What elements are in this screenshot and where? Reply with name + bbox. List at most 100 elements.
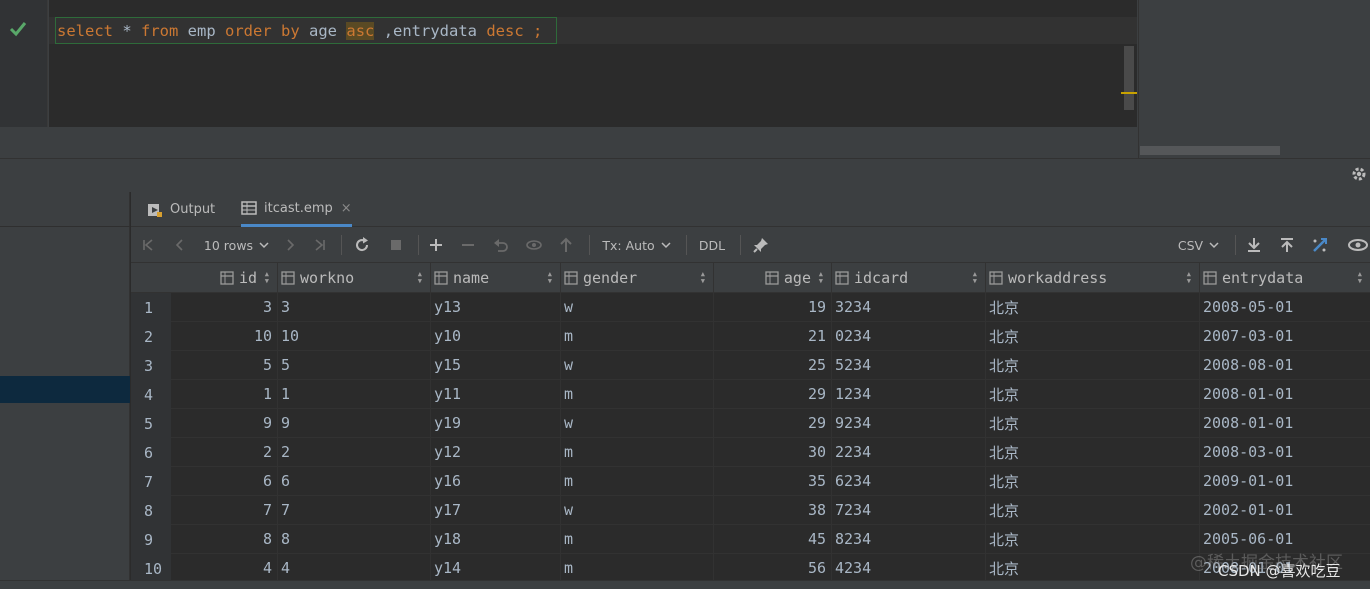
cell-workaddress[interactable]: 北京 [985, 525, 1199, 553]
cell-idcard[interactable]: 7234 [831, 496, 985, 524]
cell-workno[interactable]: 7 [277, 496, 430, 524]
download-button[interactable] [1243, 227, 1265, 263]
cell-idcard[interactable]: 4234 [831, 554, 985, 582]
cell-gender[interactable]: m [560, 525, 713, 553]
cell-entrydata[interactable]: 2008-08-01 [1199, 351, 1370, 379]
column-header-entrydata[interactable]: entrydata ▲ ▼ [1199, 263, 1370, 293]
last-page-button[interactable] [309, 227, 331, 263]
cell-entrydata[interactable]: 2008-05-01 [1199, 293, 1370, 321]
cell-gender[interactable]: w [560, 496, 713, 524]
column-separator[interactable] [713, 263, 714, 589]
gear-icon[interactable] [1350, 165, 1368, 183]
cell-idcard[interactable]: 5234 [831, 351, 985, 379]
cell-idcard[interactable]: 0234 [831, 322, 985, 350]
sort-icon[interactable]: ▲ ▼ [548, 271, 552, 285]
cell-name[interactable]: y15 [430, 351, 560, 379]
row-number[interactable]: 5 [131, 409, 171, 438]
row-number[interactable]: 10 [131, 554, 171, 583]
next-page-button[interactable] [279, 227, 301, 263]
sort-icon[interactable]: ▲ ▼ [701, 271, 705, 285]
compare-button[interactable] [1309, 227, 1331, 263]
tab-itcast-emp[interactable]: itcast.emp × [241, 192, 352, 227]
cell-id[interactable]: 8 [171, 525, 277, 553]
cell-id[interactable]: 2 [171, 438, 277, 466]
column-header-age[interactable]: age ▲ ▼ [713, 263, 831, 293]
transaction-mode-dropdown[interactable]: Tx: Auto [599, 227, 675, 263]
pane-divider[interactable] [0, 158, 1370, 192]
cell-age[interactable]: 19 [713, 293, 831, 321]
cell-idcard[interactable]: 8234 [831, 525, 985, 553]
cell-workaddress[interactable]: 北京 [985, 438, 1199, 466]
row-number[interactable]: 2 [131, 322, 171, 351]
cell-age[interactable]: 35 [713, 467, 831, 495]
cell-workaddress[interactable]: 北京 [985, 409, 1199, 437]
page-size-dropdown[interactable]: 10 rows [201, 227, 273, 263]
column-separator[interactable] [1199, 263, 1200, 589]
row-number[interactable]: 3 [131, 351, 171, 380]
export-format-dropdown[interactable]: CSV [1173, 227, 1225, 263]
cell-workno[interactable]: 8 [277, 525, 430, 553]
cell-entrydata[interactable]: 2009-01-01 [1199, 467, 1370, 495]
cell-id[interactable]: 5 [171, 351, 277, 379]
column-separator[interactable] [277, 263, 278, 589]
sort-icon[interactable]: ▲ ▼ [973, 271, 977, 285]
cell-gender[interactable]: m [560, 380, 713, 408]
table-row[interactable]: 7 7 y17 w 38 7234 北京 2002-01-01 [171, 496, 1370, 525]
cell-workno[interactable]: 5 [277, 351, 430, 379]
row-number[interactable]: 1 [131, 293, 171, 322]
cell-name[interactable]: y19 [430, 409, 560, 437]
upload-button[interactable] [1276, 227, 1298, 263]
side-panel-selected-item[interactable] [0, 376, 130, 403]
cell-age[interactable]: 29 [713, 409, 831, 437]
cell-gender[interactable]: m [560, 438, 713, 466]
cell-name[interactable]: y10 [430, 322, 560, 350]
table-row[interactable]: 3 3 y13 w 19 3234 北京 2008-05-01 [171, 293, 1370, 322]
cell-idcard[interactable]: 2234 [831, 438, 985, 466]
code-area[interactable]: select * from emp order by age asc ,entr… [49, 0, 1137, 127]
sort-icon[interactable]: ▲ ▼ [1358, 271, 1362, 285]
sort-icon[interactable]: ▲ ▼ [418, 271, 422, 285]
cell-workno[interactable]: 1 [277, 380, 430, 408]
cell-gender[interactable]: m [560, 467, 713, 495]
cell-id[interactable]: 1 [171, 380, 277, 408]
column-header-name[interactable]: name ▲ ▼ [430, 263, 560, 293]
previous-page-button[interactable] [169, 227, 191, 263]
column-header-gender[interactable]: gender ▲ ▼ [560, 263, 713, 293]
cell-workaddress[interactable]: 北京 [985, 496, 1199, 524]
cell-idcard[interactable]: 3234 [831, 293, 985, 321]
cell-gender[interactable]: m [560, 322, 713, 350]
first-page-button[interactable] [137, 227, 159, 263]
cell-age[interactable]: 21 [713, 322, 831, 350]
cell-entrydata[interactable]: 2008-01-01 [1199, 380, 1370, 408]
column-separator[interactable] [831, 263, 832, 589]
cell-age[interactable]: 30 [713, 438, 831, 466]
cell-name[interactable]: y16 [430, 467, 560, 495]
row-number[interactable]: 9 [131, 525, 171, 554]
pin-tab-button[interactable] [750, 227, 772, 263]
tab-output[interactable]: Output [147, 192, 215, 227]
table-row[interactable]: 10 10 y10 m 21 0234 北京 2007-03-01 [171, 322, 1370, 351]
cell-id[interactable]: 4 [171, 554, 277, 582]
warning-marker[interactable] [1121, 92, 1137, 94]
cell-entrydata[interactable]: 2002-01-01 [1199, 496, 1370, 524]
cell-idcard[interactable]: 1234 [831, 380, 985, 408]
cell-age[interactable]: 56 [713, 554, 831, 582]
cell-entrydata[interactable]: 2007-03-01 [1199, 322, 1370, 350]
preview-changes-button[interactable] [523, 227, 545, 263]
row-number[interactable]: 7 [131, 467, 171, 496]
table-row[interactable]: 9 9 y19 w 29 9234 北京 2008-01-01 [171, 409, 1370, 438]
sql-query-line[interactable]: select * from emp order by age asc ,entr… [57, 21, 542, 41]
cell-workaddress[interactable]: 北京 [985, 293, 1199, 321]
cell-idcard[interactable]: 9234 [831, 409, 985, 437]
row-number[interactable]: 4 [131, 380, 171, 409]
sort-icon[interactable]: ▲ ▼ [819, 271, 823, 285]
cell-id[interactable]: 10 [171, 322, 277, 350]
editor-horizontal-scrollbar[interactable] [1140, 146, 1280, 155]
column-header-idcard[interactable]: idcard ▲ ▼ [831, 263, 985, 293]
sort-icon[interactable]: ▲ ▼ [1187, 271, 1191, 285]
cell-id[interactable]: 3 [171, 293, 277, 321]
view-button[interactable] [1346, 227, 1370, 263]
cell-name[interactable]: y12 [430, 438, 560, 466]
cell-workno[interactable]: 4 [277, 554, 430, 582]
cell-id[interactable]: 6 [171, 467, 277, 495]
